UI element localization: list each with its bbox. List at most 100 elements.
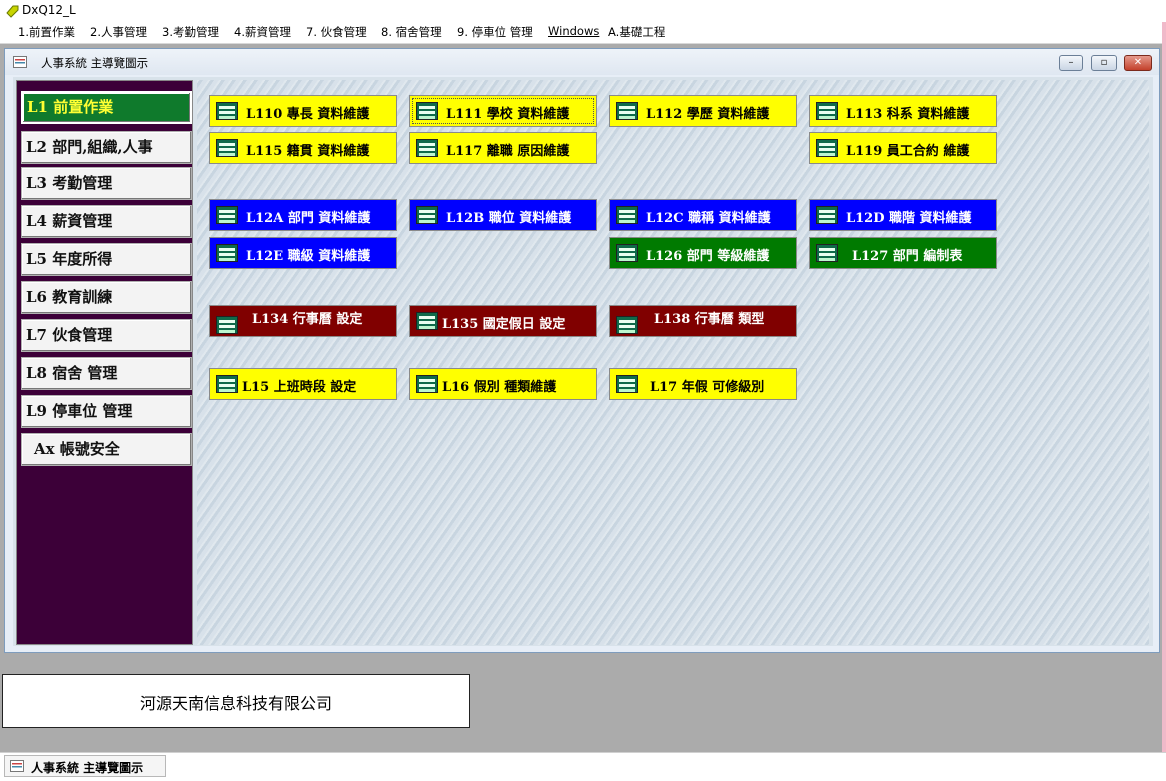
tile-l135[interactable]: L135 國定假日 設定: [409, 305, 597, 337]
form-icon: [216, 102, 238, 120]
form-icon: [216, 316, 238, 334]
window-icon: [10, 760, 24, 772]
nav-item-l7[interactable]: L7 伙食管理: [21, 319, 192, 352]
tile-label: L12B 職位 資料維護: [446, 211, 572, 226]
tile-label: L115 籍貫 資料維護: [246, 144, 370, 159]
tile-l112[interactable]: L112 學歷 資料維護: [609, 95, 797, 127]
tile-l113[interactable]: L113 科系 資料維護: [809, 95, 997, 127]
tile-l115[interactable]: L115 籍貫 資料維護: [209, 132, 397, 164]
child-window-body: L1 前置作業 L2 部門,組織,人事 L3 考勤管理 L4 薪資管理 L5 年…: [13, 77, 1153, 646]
tile-label: L12E 職級 資料維護: [246, 249, 371, 264]
tile-label: L112 學歷 資料維護: [646, 107, 770, 122]
menu-item-personnel[interactable]: 2.人事管理: [90, 24, 147, 40]
form-icon: [416, 312, 438, 330]
tile-label: L117 離職 原因維護: [446, 144, 570, 159]
tile-label: L119 員工合約 維護: [846, 144, 970, 159]
menu-item-payroll[interactable]: 4.薪資管理: [234, 24, 291, 40]
form-icon: [616, 206, 638, 224]
tile-label: L12C 職稱 資料維護: [646, 211, 771, 226]
tile-l117[interactable]: L117 離職 原因維護: [409, 132, 597, 164]
nav-item-l9[interactable]: L9 停車位 管理: [21, 395, 192, 428]
nav-item-l8[interactable]: L8 宿舍 管理: [21, 357, 192, 390]
tile-l12e[interactable]: L12E 職級 資料維護: [209, 237, 397, 269]
minimize-button[interactable]: –: [1059, 55, 1083, 71]
nav-item-l3[interactable]: L3 考勤管理: [21, 167, 192, 200]
tile-l12b[interactable]: L12B 職位 資料維護: [409, 199, 597, 231]
company-name: 河源天南信息科技有限公司: [139, 694, 332, 713]
menubar: 1.前置作業 2.人事管理 3.考勤管理 4.薪資管理 7. 伙食管理 8. 宿…: [0, 22, 1166, 44]
tile-label: L15 上班時段 設定: [242, 380, 357, 395]
nav-item-l4[interactable]: L4 薪資管理: [21, 205, 192, 238]
app-logo-icon: [6, 5, 19, 18]
form-icon: [616, 102, 638, 120]
taskbar-tab-label: 人事系統 主導覽圖示: [31, 761, 144, 775]
menu-item-setup[interactable]: 1.前置作業: [18, 24, 75, 40]
window-edge: [1162, 22, 1166, 752]
tile-l127[interactable]: L127 部門 編制表: [809, 237, 997, 269]
child-titlebar: 人事系統 主導覽圖示 – ▫ ✕: [5, 49, 1159, 75]
form-icon: [216, 244, 238, 262]
nav-item-l2[interactable]: L2 部門,組織,人事: [21, 131, 192, 164]
tile-label: L12A 部門 資料維護: [246, 211, 371, 226]
form-icon: [816, 102, 838, 120]
mdi-taskbar: 人事系統 主導覽圖示: [0, 752, 1166, 781]
form-icon: [216, 139, 238, 157]
tile-l12a[interactable]: L12A 部門 資料維護: [209, 199, 397, 231]
tile-l134[interactable]: L134 行事曆 設定: [209, 305, 397, 337]
tile-label: L110 專長 資料維護: [246, 107, 370, 122]
tile-label: L135 國定假日 設定: [442, 317, 566, 332]
form-icon: [416, 102, 438, 120]
form-icon: [216, 375, 238, 393]
tile-label: L138 行事曆 類型: [654, 312, 765, 327]
form-icon: [616, 316, 638, 334]
tile-l111[interactable]: L111 學校 資料維護: [409, 95, 597, 127]
tile-l12c[interactable]: L12C 職稱 資料維護: [609, 199, 797, 231]
menu-item-attendance[interactable]: 3.考勤管理: [162, 24, 219, 40]
app-title: DxQ12_L: [22, 3, 76, 17]
module-nav-panel: L1 前置作業 L2 部門,組織,人事 L3 考勤管理 L4 薪資管理 L5 年…: [16, 80, 193, 645]
nav-item-l6[interactable]: L6 教育訓練: [21, 281, 192, 314]
company-info-box: 河源天南信息科技有限公司: [2, 674, 470, 728]
tile-l12d[interactable]: L12D 職階 資料維護: [809, 199, 997, 231]
function-tiles-area: L110 專長 資料維護 L111 學校 資料維護 L112 學歷 資料維護 L…: [197, 80, 1149, 645]
tile-l17[interactable]: L17 年假 可修級別: [609, 368, 797, 400]
tile-l16[interactable]: L16 假別 種類維護: [409, 368, 597, 400]
form-icon: [616, 244, 638, 262]
tile-label: L134 行事曆 設定: [252, 312, 363, 327]
tile-l15[interactable]: L15 上班時段 設定: [209, 368, 397, 400]
nav-item-l1[interactable]: L1 前置作業: [21, 91, 192, 124]
tile-l138[interactable]: L138 行事曆 類型: [609, 305, 797, 337]
menu-item-meals[interactable]: 7. 伙食管理: [306, 24, 367, 40]
form-icon: [816, 139, 838, 157]
restore-button[interactable]: ▫: [1091, 55, 1117, 71]
tile-label: L126 部門 等級維護: [646, 249, 770, 264]
form-icon: [816, 244, 838, 262]
tile-label: L111 學校 資料維護: [446, 107, 570, 122]
window-icon: [13, 56, 27, 68]
nav-item-l5[interactable]: L5 年度所得: [21, 243, 192, 276]
menu-item-base[interactable]: A.基礎工程: [608, 24, 665, 40]
tile-l119[interactable]: L119 員工合約 維護: [809, 132, 997, 164]
taskbar-tab-main-navigation[interactable]: 人事系統 主導覽圖示: [4, 755, 166, 777]
tile-label: L12D 職階 資料維護: [846, 211, 972, 226]
tile-label: L127 部門 編制表: [852, 249, 963, 264]
child-window-title: 人事系統 主導覽圖示: [41, 56, 149, 70]
tile-label: L113 科系 資料維護: [846, 107, 970, 122]
close-button[interactable]: ✕: [1124, 55, 1152, 71]
form-icon: [416, 139, 438, 157]
app-titlebar: DxQ12_L: [0, 0, 1166, 23]
tile-l110[interactable]: L110 專長 資料維護: [209, 95, 397, 127]
form-icon: [216, 206, 238, 224]
tile-label: L16 假別 種類維護: [442, 380, 557, 395]
form-icon: [616, 375, 638, 393]
form-icon: [816, 206, 838, 224]
form-icon: [416, 375, 438, 393]
form-icon: [416, 206, 438, 224]
menu-item-parking[interactable]: 9. 停車位 管理: [457, 24, 533, 40]
tile-l126[interactable]: L126 部門 等級維護: [609, 237, 797, 269]
nav-item-ax[interactable]: Ax 帳號安全: [21, 433, 192, 466]
menu-item-windows[interactable]: Windows: [548, 24, 599, 38]
tile-label: L17 年假 可修級別: [650, 380, 765, 395]
menu-item-dormitory[interactable]: 8. 宿舍管理: [381, 24, 442, 40]
main-navigation-window: 人事系統 主導覽圖示 – ▫ ✕ L1 前置作業 L2 部門,組織,人事 L3 …: [4, 48, 1160, 653]
